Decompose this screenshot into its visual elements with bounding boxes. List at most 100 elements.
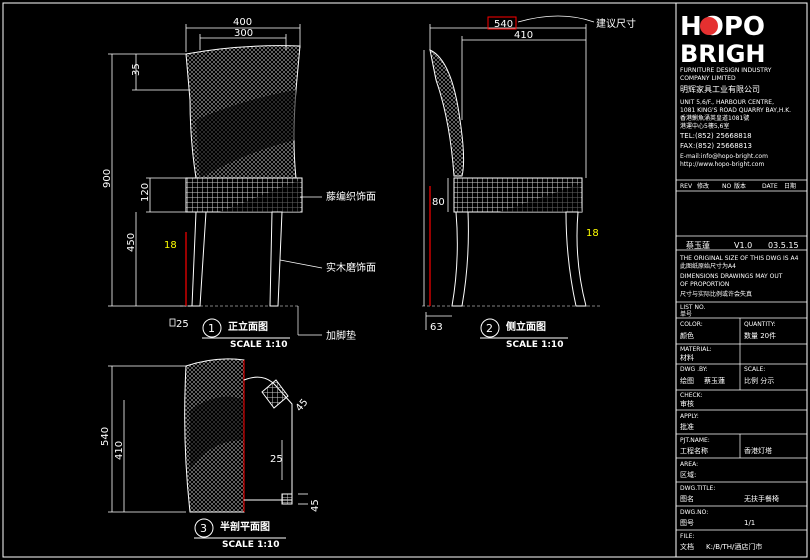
rev-header-date: DATE [762, 183, 778, 190]
project-cn: 工程名称 [680, 446, 708, 455]
material-label: MATERIAL: [680, 346, 712, 353]
logo-line-1: HOPO [680, 12, 765, 42]
color-cn: 颜色 [680, 331, 694, 340]
front-leg-right [269, 211, 283, 307]
color-label: COLOR: [680, 321, 703, 328]
drawing-canvas: 400 300 35 900 120 450 18 25 藤编织饰面 实木磨饰面… [0, 0, 810, 560]
company-name-cn: 明辉家具工业有限公司 [680, 84, 760, 94]
note-line-1: THE ORIGINAL SIZE OF THIS DWG IS A4 [679, 255, 799, 262]
company-email: E-mail:info@hopo-bright.com [680, 153, 768, 160]
rev-header-rev-cn: 修改 [697, 182, 709, 190]
section-dim-45b: 45 [310, 499, 321, 512]
section-foot-block [281, 493, 293, 505]
rev-header-rev: REV [680, 183, 693, 190]
front-dim-400: 400 [233, 17, 252, 28]
dwg-title-cn: 图名 [680, 494, 694, 503]
list-no-cn: 单号 [680, 310, 692, 318]
scale-label: SCALE: [744, 366, 765, 373]
section-view: 540 410 45 25 45 3 半剖平面图 SCALE 1:10 [100, 358, 321, 550]
side-view-title: 侧立面图 [506, 320, 546, 333]
front-dim-120: 120 [140, 183, 151, 202]
scale-value: 比例 分示 [744, 376, 774, 385]
rev-header-no: NO [722, 183, 731, 190]
company-web: http://www.hopo-bright.com [680, 161, 764, 168]
side-view-scale: SCALE 1:10 [506, 340, 563, 350]
front-foot-marker [169, 318, 176, 327]
front-dim-450: 450 [126, 233, 137, 252]
note-line-3: DIMENSIONS DRAWINGS MAY OUT [680, 273, 783, 280]
file-label: FILE: [680, 533, 694, 540]
rev-header-date-cn: 日期 [784, 182, 796, 190]
front-dim-35: 35 [131, 63, 142, 76]
rev-drawer: 蔡玉蓮 [686, 240, 710, 250]
dwg-title-label: DWG.TITLE: [680, 485, 715, 492]
rev-date: 03.5.15 [768, 241, 799, 250]
note-line-5: 尺寸与实际比例或许会失真 [680, 290, 752, 298]
file-value: K:/B/TH/酒店门市 [706, 542, 762, 551]
side-back-panel [429, 49, 465, 177]
dwg-by-cn: 绘图 [680, 376, 694, 385]
callout-tolerance: 建议尺寸 [596, 17, 636, 30]
side-view: 540 410 80 18 63 建议尺寸 2 侧立面图 SCALE 1:10 [422, 15, 636, 350]
logo-line-2: BRIGH [680, 40, 766, 68]
company-addr-cn-2: 港運中心5樓5,6室 [680, 122, 729, 130]
tolerance-leader [517, 15, 595, 23]
section-view-title: 半剖平面图 [220, 520, 270, 533]
file-cn: 文档 [680, 542, 694, 551]
project-value: 香港灯塔 [744, 446, 772, 455]
side-view-number: 2 [486, 322, 493, 335]
front-dim-300: 300 [234, 28, 253, 39]
side-dim-18: 18 [586, 228, 599, 239]
front-view-number: 1 [208, 322, 215, 335]
section-view-scale: SCALE 1:10 [222, 540, 279, 550]
dwg-no-cn: 图号 [680, 519, 694, 527]
dwg-no-value: 1/1 [744, 519, 755, 527]
side-dims [423, 24, 587, 330]
section-dim-410: 410 [114, 441, 125, 460]
side-dim-540: 540 [494, 19, 513, 30]
front-view-scale: SCALE 1:10 [230, 340, 287, 350]
callout-wood: 实木磨饰面 [326, 261, 376, 274]
rev-header-no-cn: 版本 [734, 182, 746, 190]
company-addr-2: 1081 KING'S ROAD QUARRY BAY,H.K. [680, 107, 791, 114]
dwg-by-value: 蔡玉蓮 [704, 376, 725, 385]
cad-drawing: 400 300 35 900 120 450 18 25 藤编织饰面 实木磨饰面… [2, 2, 808, 558]
title-block: HOPO BRIGH FURNITURE DESIGN INDUSTRY COM… [676, 12, 807, 551]
section-dim-25: 25 [270, 454, 283, 465]
apply-label: APPLY: [680, 413, 699, 420]
front-dim-25: 25 [176, 319, 189, 330]
side-dim-80: 80 [432, 197, 445, 208]
company-fax: FAX:(852) 25668813 [680, 142, 752, 150]
dwg-title-value: 无扶手餐椅 [744, 494, 779, 503]
front-leg-left [191, 211, 207, 307]
front-view: 400 300 35 900 120 450 18 25 藤编织饰面 实木磨饰面… [102, 17, 376, 350]
area-cn: 区域: [680, 470, 696, 479]
dwg-by-label: DWG .BY: [680, 366, 708, 373]
dwg-no-label: DWG.NO: [680, 509, 708, 516]
quantity-label: QUANTITY: [744, 321, 776, 328]
callout-pad: 加脚垫 [326, 329, 356, 342]
front-dim-900: 900 [102, 169, 113, 188]
section-dim-45a: 45 [294, 397, 311, 414]
logo-o-mark [700, 17, 718, 35]
list-no-label: LIST NO. [680, 304, 705, 311]
section-corner-block [261, 379, 289, 409]
company-addr-1: UNIT 5,6/F., HARBOUR CENTRE, [680, 99, 774, 106]
front-dim-18: 18 [164, 240, 177, 251]
apply-cn: 批准 [680, 422, 694, 431]
side-leg-rear [565, 211, 587, 307]
company-name-en-2: COMPANY LIMITED [680, 75, 736, 82]
section-dim-540: 540 [100, 427, 111, 446]
front-callout-lines [279, 196, 323, 336]
project-label: PJT.NAME: [680, 437, 710, 444]
check-label: CHECK: [680, 392, 703, 399]
area-label: AREA: [680, 461, 698, 468]
quantity-value: 数量 20件 [744, 331, 776, 340]
check-cn: 审核 [680, 399, 694, 408]
rev-version: V1.0 [734, 241, 752, 250]
side-dim-410: 410 [514, 30, 533, 41]
side-dim-63: 63 [430, 322, 443, 333]
note-line-4: OF PROPORTION [680, 281, 729, 288]
front-view-title: 正立面图 [228, 320, 268, 333]
callout-rattan: 藤编织饰面 [326, 190, 376, 203]
